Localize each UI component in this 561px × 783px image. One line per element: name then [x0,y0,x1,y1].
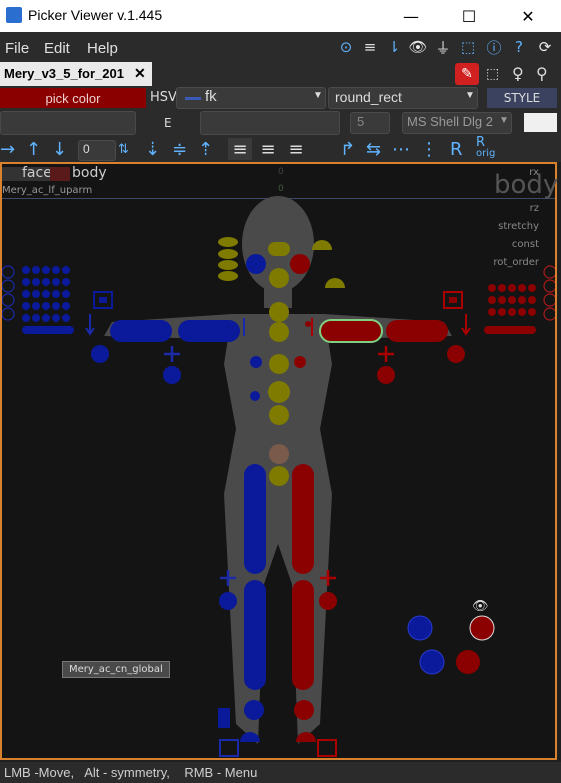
app-icon [6,7,22,23]
font-dropdown[interactable]: MS Shell Dlg 2 ▼ [402,112,512,134]
fk-value: fk [205,88,217,105]
level-icon[interactable]: ⇂ [384,37,404,57]
menu-file[interactable]: File [5,40,29,57]
status-text: LMB -Move, Alt - symmetry, RMB - Menu [4,765,258,780]
maximize-button[interactable]: ☐ [446,0,492,32]
layers-icon[interactable]: ≡ [360,37,380,57]
chevron-down-icon: ▼ [499,115,509,126]
close-button[interactable]: ✕ [505,0,551,32]
arrow-down-icon[interactable]: ↓ [52,138,67,160]
minimize-button[interactable]: — [388,0,434,32]
font-value: MS Shell Dlg 2 [407,114,493,129]
arrow-up-icon[interactable]: ↑ [26,138,41,160]
arrow-right-icon[interactable]: → [0,138,15,160]
left-thigh-control [244,464,266,574]
font-size-spinner[interactable]: 5 [350,112,390,134]
character-icon[interactable]: ♀ [512,64,524,83]
left-foot-control [244,700,264,720]
distribute-v-icon[interactable]: ⇣ [145,138,160,160]
shape-dropdown[interactable]: round_rect ▼ [328,87,478,109]
sort-az-icon[interactable]: ⇅ [118,138,129,160]
help-icon[interactable]: ? [509,37,529,57]
color-swatch[interactable] [524,113,557,132]
left-hand-controls [22,266,240,384]
pick-color-button[interactable]: pick color [0,88,146,108]
tab-close-icon[interactable]: ✕ [134,65,146,82]
left-ik-box [219,739,239,757]
head-left-control [246,254,266,274]
menu-bar: File Edit Help ⊙ ≡ ⇂ 👁 ⏚ ⬚ ⓘ ? ⟳ [0,32,561,62]
count-spinner[interactable]: 0 [78,140,116,161]
right-thigh-control [292,464,314,574]
sort-desc-icon[interactable]: ≑ [172,138,187,160]
text-toolbar: E 5 MS Shell Dlg 2 ▼ [0,110,561,136]
sort-asc-icon[interactable]: ⇡ [198,138,213,160]
shoulder-right-control [305,321,311,327]
style-button[interactable]: STYLE [487,88,557,108]
right-outline-circles [543,265,555,321]
chevron-down-icon: ▼ [465,90,475,101]
count-value: 0 [83,142,90,156]
pointer-select-icon[interactable]: ⬚ [486,66,499,82]
menu-help[interactable]: Help [87,40,118,57]
align-center-icon[interactable]: ≡ [256,138,280,160]
left-shin-control [244,580,266,690]
align-right-icon[interactable]: ≡ [284,138,308,160]
chevron-down-icon: ▼ [313,90,323,101]
right-shin-control [292,580,314,690]
left-knee-pole [219,592,237,610]
namespace-dropdown[interactable]: fk ▼ [176,87,326,109]
waist-left-control [250,391,260,401]
tab-picker[interactable]: Mery_v3_5_for_2015 ✕ [0,62,152,86]
plug-icon[interactable]: ⏚ [433,37,453,57]
align-left-icon[interactable]: ≡ [228,138,252,160]
shape-toolbar: pick color HSV fk ▼ round_rect ▼ STYLE [0,86,561,110]
special-controls [407,615,495,675]
target-icon[interactable]: ⊙ [336,37,356,57]
left-outline-circles [2,265,15,321]
tooltip: Mery_ac_cn_global [62,661,170,678]
chest-left-control [250,356,262,368]
reset-r-icon[interactable]: R [450,138,463,160]
character-select-icon[interactable]: ⚲ [536,64,548,83]
status-bar: LMB -Move, Alt - symmetry, RMB - Menu [0,762,561,783]
refresh-icon[interactable]: ⟳ [535,37,555,57]
right-hand-controls [319,284,536,384]
arm-arrow-icon [85,314,95,336]
window-title: Picker Viewer v.1.445 [28,7,163,23]
mirror-icon[interactable]: ↱ [340,138,355,160]
text-input-right[interactable] [200,111,340,135]
shape-value: round_rect [335,89,402,105]
dots-icon[interactable]: ⋯ [392,138,410,160]
chest-right-control [294,356,306,368]
vertical-dots-icon[interactable]: ⋮ [420,138,438,160]
picker-canvas[interactable]: face body Mery_ac_lf_uparm 0 0 body rx r… [0,162,558,760]
title-bar: Picker Viewer v.1.445 — ☐ ✕ [0,0,561,32]
orig-label: orig [476,148,496,159]
menu-edit[interactable]: Edit [44,40,70,57]
e-label: E [164,116,172,130]
font-size-value: 5 [357,114,365,129]
center-cog [269,444,289,464]
hsv-label: HSV [150,90,177,105]
flip-icon[interactable]: ⇆ [366,138,381,160]
select-rect-icon[interactable]: ⬚ [458,37,478,57]
head-right-control [290,254,310,274]
arm-arrow-icon [461,314,471,336]
right-knee-pole [319,592,337,610]
right-foot-control [294,700,314,720]
swatch-icon [185,97,201,100]
left-toe-control [218,708,230,728]
reset-orig-icon[interactable]: Rorig [476,136,496,159]
eye-icon[interactable]: 👁 [408,37,428,57]
tab-label: Mery_v3_5_for_2015 [4,66,124,81]
info-icon[interactable]: ⓘ [484,37,504,57]
text-input-left[interactable] [0,111,136,135]
edit-mode-icon[interactable]: ✎ [455,63,479,85]
right-ik-box [317,739,337,757]
eye-icon[interactable]: 👁 [472,599,489,614]
